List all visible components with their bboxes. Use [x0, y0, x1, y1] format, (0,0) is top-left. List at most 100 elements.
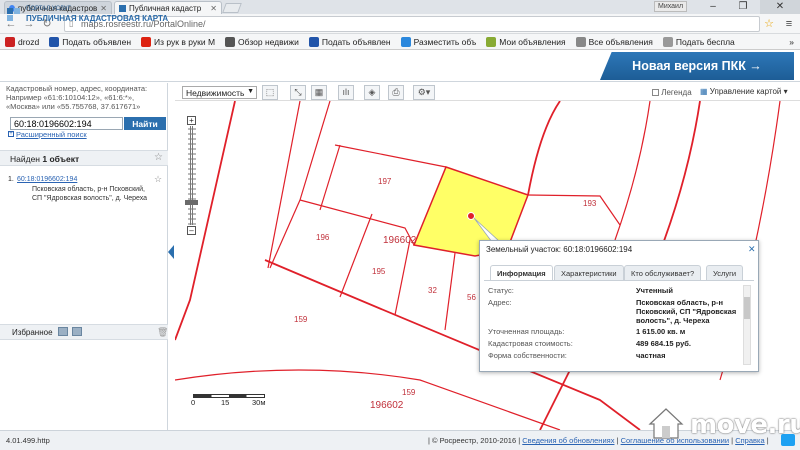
- new-version-button[interactable]: Новая версия ПКК →: [600, 52, 794, 80]
- bookmark-label: Разместить объ: [413, 36, 477, 47]
- copyright-text: | © Росреестр, 2010-2016 |: [428, 436, 521, 445]
- favorites-label: Избранное: [12, 328, 53, 337]
- popup-title: Земельный участок: 60:18:0196602:194: [486, 245, 633, 254]
- found-count: 1 объект: [42, 154, 80, 164]
- manage-map-button[interactable]: ▦ Управление картой ▾: [700, 87, 788, 96]
- grid-icon: ▦: [700, 87, 708, 96]
- minimize-icon[interactable]: –: [700, 0, 726, 14]
- parcel-label: 195: [372, 267, 386, 276]
- info-key: Форма собственности:: [488, 351, 567, 360]
- updates-link[interactable]: Сведения об обновлениях: [522, 436, 614, 445]
- bookmark-star-icon[interactable]: ☆: [762, 17, 776, 31]
- bookmark-item[interactable]: Обзор недвижи: [220, 36, 304, 47]
- info-key: Кадастровая стоимость:: [488, 339, 573, 348]
- close-window-icon[interactable]: ✕: [760, 0, 800, 14]
- tab-information[interactable]: Информация: [490, 265, 553, 281]
- star-icon[interactable]: ☆: [154, 152, 163, 163]
- bookmark-label: Подать объявлен: [321, 36, 391, 47]
- bookmark-item[interactable]: Все объявления: [571, 36, 658, 47]
- zoom-in-button[interactable]: +: [187, 116, 196, 125]
- parcel-boundary: [319, 144, 341, 211]
- bookmark-item[interactable]: Разместить объ: [396, 36, 482, 47]
- bookmark-favicon-icon: [486, 36, 497, 47]
- collapse-panel-icon[interactable]: [168, 245, 174, 259]
- scale-label: 0: [191, 398, 196, 407]
- address-bar[interactable]: ▯ maps.rosreestr.ru/PortalOnline/: [64, 16, 760, 32]
- hint-title: Кадастровый номер, адрес, координата:: [6, 84, 148, 93]
- close-icon[interactable]: ✕: [100, 4, 107, 13]
- browser-tab-2[interactable]: Публичная кадастр ✕: [114, 1, 222, 14]
- tab-services[interactable]: Услуги: [706, 265, 744, 280]
- portal-logo-icon: [7, 8, 20, 21]
- favorites-add-icon[interactable]: [58, 327, 68, 336]
- manage-label: Управление картой: [709, 87, 782, 96]
- quarter-label: 196602: [383, 235, 417, 246]
- bookmark-item[interactable]: drozd: [0, 36, 44, 47]
- bookmark-item[interactable]: Подать беспла: [658, 36, 740, 47]
- chart-tool-icon[interactable]: ılı: [338, 85, 354, 100]
- user-profile-button[interactable]: Михаил: [654, 1, 688, 12]
- print-icon[interactable]: ⎙: [388, 85, 404, 100]
- bookmark-label: Мои объявления: [499, 36, 566, 47]
- more-bookmarks-icon[interactable]: »: [789, 37, 800, 47]
- chevron-down-icon: ▼: [247, 88, 254, 95]
- tab-who-serves[interactable]: Кто обслуживает?: [624, 265, 702, 280]
- bookmark-favicon-icon: [662, 36, 673, 47]
- legend-toggle[interactable]: Легенда: [652, 88, 692, 97]
- bookmark-item[interactable]: Из рук в руки М: [136, 36, 220, 47]
- layer-select-value: Недвижимость: [186, 88, 245, 98]
- bookmark-item[interactable]: Мои объявления: [481, 36, 570, 47]
- zoom-handle[interactable]: [185, 200, 198, 205]
- bookmark-label: Все объявления: [588, 36, 653, 47]
- info-value: частная: [636, 351, 666, 360]
- footer-separator: |: [616, 436, 619, 445]
- info-key: Адрес:: [488, 298, 512, 307]
- tab-characteristics[interactable]: Характеристики: [554, 265, 624, 280]
- legend-label: Легенда: [661, 88, 692, 97]
- expand-icon[interactable]: +: [8, 131, 14, 137]
- identify-tool-icon[interactable]: ▦: [311, 85, 327, 100]
- measure-tool-icon[interactable]: ⤡: [290, 85, 306, 100]
- parcel-boundary: [299, 101, 331, 201]
- close-icon[interactable]: ✕: [210, 4, 217, 13]
- tab-label: Публичная кадастр: [129, 3, 202, 13]
- select-tool-icon[interactable]: ⬚: [262, 85, 278, 100]
- popup-scroll-thumb[interactable]: [744, 297, 750, 319]
- layers-tool-icon[interactable]: ◈: [364, 85, 380, 100]
- menu-icon[interactable]: ≡: [782, 17, 796, 31]
- bookmark-favicon-icon: [49, 36, 60, 47]
- bookmark-label: Подать объявлен: [62, 36, 132, 47]
- parcel-boundary: [394, 239, 411, 316]
- info-value: Псковская область, р-н Псковский, СП "Яд…: [636, 298, 737, 325]
- bookmark-label: drozd: [18, 36, 40, 47]
- zoom-out-button[interactable]: –: [187, 226, 196, 235]
- bookmark-favicon-icon: [141, 36, 152, 47]
- result-link[interactable]: 60:18:0196602:194: [17, 176, 77, 183]
- search-button[interactable]: Найти: [124, 117, 166, 130]
- tab-divider: [484, 280, 754, 281]
- logo-title: ПУБЛИЧНАЯ КАДАСТРОВАЯ КАРТА: [26, 14, 169, 23]
- parcel-label: 196: [316, 233, 330, 242]
- settings-tool-icon[interactable]: ⚙▾: [413, 85, 435, 100]
- star-icon[interactable]: ☆: [154, 174, 162, 185]
- maximize-icon[interactable]: ❐: [730, 0, 756, 14]
- favorites-remove-icon[interactable]: [72, 327, 82, 336]
- advanced-search-link[interactable]: Расширенный поиск: [16, 130, 87, 139]
- parcel-boundary: [527, 194, 621, 226]
- info-key: Уточненная площадь:: [488, 327, 565, 336]
- parcel-label: 56: [467, 293, 476, 302]
- bookmark-item[interactable]: Подать объявлен: [44, 36, 136, 47]
- parcel-boundary: [527, 101, 561, 196]
- close-icon[interactable]: ✕: [748, 244, 756, 255]
- bookmark-label: Из рук в руки М: [154, 36, 216, 47]
- scale-label: 15: [221, 398, 230, 407]
- bookmark-item[interactable]: Подать объявлен: [304, 36, 396, 47]
- watermark-house-icon: [648, 408, 684, 439]
- trash-icon[interactable]: 🗑: [157, 327, 168, 338]
- search-input[interactable]: [10, 117, 123, 130]
- legend-checkbox[interactable]: [652, 89, 659, 96]
- location-marker-icon[interactable]: [467, 212, 475, 220]
- hint-example: «Москва» или «55.755768, 37.617671»: [6, 102, 141, 111]
- search-hint: Кадастровый номер, адрес, координата: На…: [6, 84, 166, 111]
- layer-select[interactable]: Недвижимость ▼: [182, 86, 257, 99]
